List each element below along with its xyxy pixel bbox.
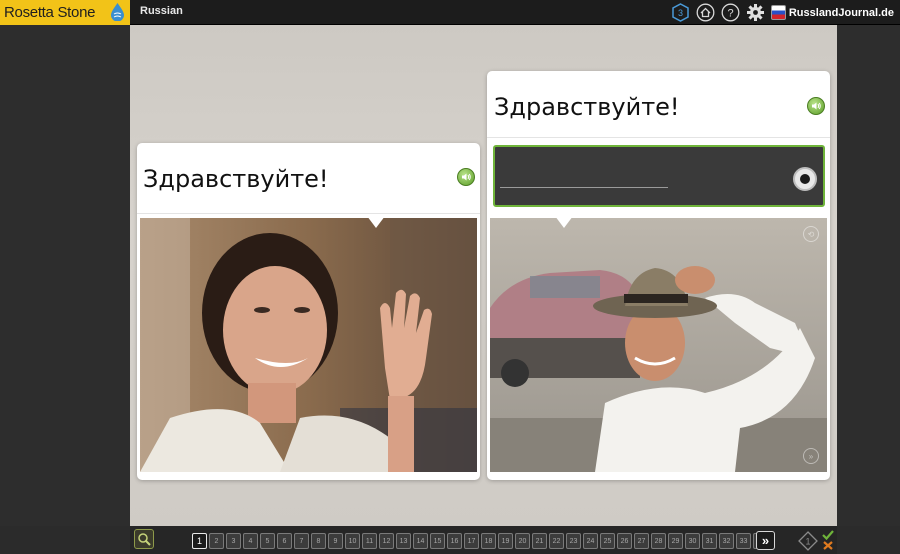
page-chip-12[interactable]: 12 <box>379 533 394 549</box>
record-button-icon[interactable] <box>793 167 817 191</box>
top-toolbar: 3 ? RusslandJournal.de <box>671 2 894 23</box>
page-chip-1[interactable]: 1 <box>192 533 207 549</box>
page-chip-8[interactable]: 8 <box>311 533 326 549</box>
card-pointer <box>555 216 573 228</box>
page-chip-16[interactable]: 16 <box>447 533 462 549</box>
page-chip-13[interactable]: 13 <box>396 533 411 549</box>
prompt-card-woman[interactable]: Здравствуйте! <box>137 143 480 480</box>
page-chip-17[interactable]: 17 <box>464 533 479 549</box>
page-chip-18[interactable]: 18 <box>481 533 496 549</box>
page-chip-22[interactable]: 22 <box>549 533 564 549</box>
page-chip-6[interactable]: 6 <box>277 533 292 549</box>
page-chip-24[interactable]: 24 <box>583 533 598 549</box>
left-margin <box>0 25 130 526</box>
score-check-cross-icon <box>821 529 835 551</box>
page-chip-3[interactable]: 3 <box>226 533 241 549</box>
page-chip-32[interactable]: 32 <box>719 533 734 549</box>
logo-drop-icon <box>111 3 124 21</box>
page-chip-2[interactable]: 2 <box>209 533 224 549</box>
help-icon[interactable]: ? <box>721 3 740 22</box>
page-chip-7[interactable]: 7 <box>294 533 309 549</box>
page-chip-20[interactable]: 20 <box>515 533 530 549</box>
svg-text:?: ? <box>727 8 733 20</box>
page-navigator: 1 2 3 4 5 6 7 8 9 10 11 12 13 14 15 16 17 18 19 20 21 22 23 24 2… <box>192 533 768 549</box>
page-chip-11[interactable]: 11 <box>362 533 377 549</box>
page-chip-5[interactable]: 5 <box>260 533 275 549</box>
home-icon[interactable] <box>696 3 715 22</box>
recorder-level-line <box>500 187 668 188</box>
page-chip-4[interactable]: 4 <box>243 533 258 549</box>
bottom-right-pad <box>837 526 900 554</box>
level-badge-icon[interactable]: 3 <box>671 3 690 22</box>
card-phrase: Здравствуйте! <box>143 165 329 193</box>
page-chip-15[interactable]: 15 <box>430 533 445 549</box>
card-divider <box>487 137 830 138</box>
brand-text: RusslandJournal.de <box>788 6 894 19</box>
page-chip-21[interactable]: 21 <box>532 533 547 549</box>
course-language: Russian <box>140 5 183 17</box>
page-chip-30[interactable]: 30 <box>685 533 700 549</box>
right-margin <box>837 25 900 526</box>
logo-text: Rosetta Stone <box>4 4 96 21</box>
photo-man-with-hat[interactable]: ⟲ » <box>490 218 827 472</box>
level-badge-number: 3 <box>678 8 683 18</box>
top-bar: Rosetta Stone Russian 3 ? RusslandJourna… <box>0 0 900 25</box>
score-diamond-icon: 1 <box>798 531 818 551</box>
page-chip-14[interactable]: 14 <box>413 533 428 549</box>
page-chip-26[interactable]: 26 <box>617 533 632 549</box>
page-chip-9[interactable]: 9 <box>328 533 343 549</box>
page-chip-33[interactable]: 33 <box>736 533 751 549</box>
photo-woman-waving[interactable] <box>140 218 477 472</box>
gear-icon[interactable] <box>746 3 765 22</box>
page-chip-28[interactable]: 28 <box>651 533 666 549</box>
page-chip-10[interactable]: 10 <box>345 533 360 549</box>
page-chip-29[interactable]: 29 <box>668 533 683 549</box>
next-screen-button[interactable]: » <box>756 531 775 550</box>
page-chip-27[interactable]: 27 <box>634 533 649 549</box>
card-phrase: Здравствуйте! <box>494 93 680 121</box>
page-chip-23[interactable]: 23 <box>566 533 581 549</box>
magnifier-icon[interactable] <box>134 529 154 549</box>
brand-link[interactable]: RusslandJournal.de <box>770 5 894 20</box>
page-chip-25[interactable]: 25 <box>600 533 615 549</box>
speech-recorder[interactable] <box>493 145 825 207</box>
card-pointer <box>367 216 385 228</box>
speaker-icon[interactable] <box>807 97 825 115</box>
speaker-icon[interactable] <box>457 168 475 186</box>
rosetta-stone-logo[interactable]: Rosetta Stone <box>0 0 130 25</box>
photo-forward-icon[interactable]: » <box>803 448 819 464</box>
score-badge-number: 1 <box>805 537 810 547</box>
prompt-card-man[interactable]: Здравствуйте! ⟲ » <box>487 71 830 480</box>
page-chip-31[interactable]: 31 <box>702 533 717 549</box>
russian-flag-icon <box>770 5 786 20</box>
bottom-left-pad <box>0 526 130 554</box>
photo-rewind-icon[interactable]: ⟲ <box>803 226 819 242</box>
card-divider <box>137 213 480 214</box>
page-chip-19[interactable]: 19 <box>498 533 513 549</box>
